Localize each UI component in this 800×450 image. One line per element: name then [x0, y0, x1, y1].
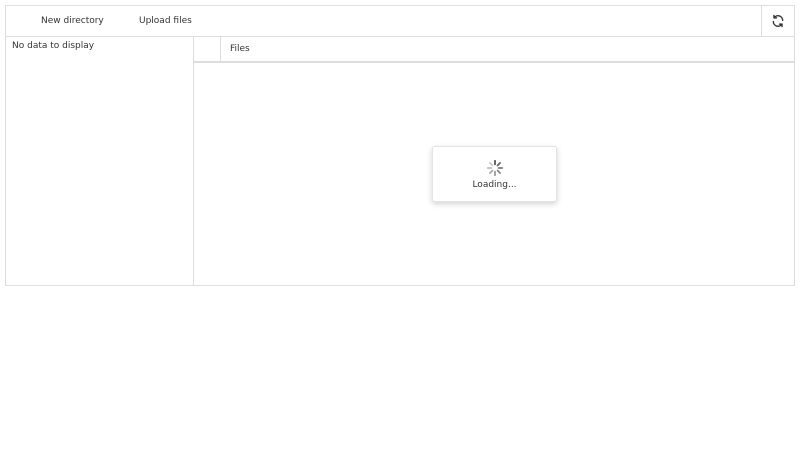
new-directory-button[interactable]: New directory	[41, 6, 104, 36]
files-grid-header: Files	[194, 37, 794, 63]
file-manager: New directory Upload files No data to di…	[5, 5, 795, 286]
loading-panel: Loading...	[432, 146, 557, 202]
upload-files-button[interactable]: Upload files	[139, 6, 192, 36]
tree-empty-message: No data to display	[12, 41, 95, 51]
refresh-button[interactable]	[761, 6, 794, 36]
refresh-icon	[772, 14, 784, 28]
folder-tree-panel: No data to display	[6, 37, 194, 285]
select-column-header[interactable]	[194, 37, 221, 61]
spinner-icon	[486, 159, 504, 177]
toolbar: New directory Upload files	[6, 6, 794, 37]
files-column-header[interactable]: Files	[230, 37, 250, 61]
loading-text: Loading...	[472, 180, 517, 190]
